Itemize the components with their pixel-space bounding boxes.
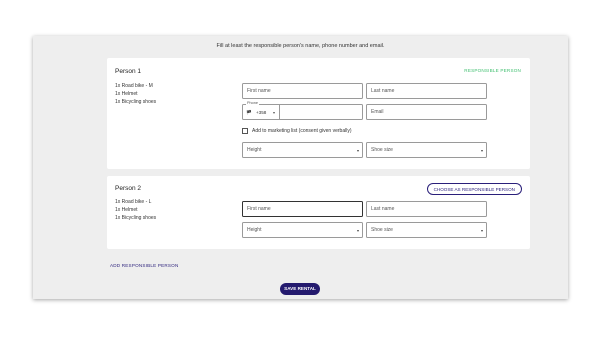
save-rental-button[interactable]: SAVE RENTAL [280, 283, 320, 295]
rental-item: 1x Road bike - L [115, 199, 152, 205]
person-title: Person 2 [115, 185, 142, 192]
rental-item: 1x Bicycling shoes [115, 98, 157, 105]
rental-form-panel: Fill at least the responsible person's n… [33, 36, 568, 299]
rental-items-list: 1x Road bike - L 1x Helmet 1x Bicycling … [115, 199, 156, 222]
first-name-field[interactable]: First name [242, 83, 363, 99]
form-instructions: Fill at least the responsible person's n… [216, 43, 385, 49]
caret-down-icon: ▾ [356, 148, 359, 153]
add-responsible-person-link[interactable]: ADD RESPONSIBLE PERSON [110, 263, 178, 268]
shoe-size-select[interactable]: Shoe size ▾ [366, 222, 487, 238]
person-card-2: Person 2 CHOOSE AS RESPONSIBLE PERSON 1x… [107, 176, 530, 249]
flag-icon[interactable]: 🏴 [246, 110, 252, 116]
caret-down-icon: ▾ [480, 228, 483, 233]
rental-item: 1x Road bike - M [115, 83, 153, 89]
shoe-size-select[interactable]: Shoe size ▾ [366, 142, 487, 158]
shoe-size-select-value: Shoe size [371, 227, 393, 233]
caret-down-icon[interactable]: ▾ [273, 110, 275, 115]
person-title: Person 1 [115, 68, 142, 75]
screenshot-stage: Fill at least the responsible person's n… [0, 0, 600, 338]
phone-country-code[interactable]: +358 [256, 110, 266, 115]
rental-item: 1x Helmet [115, 90, 138, 97]
caret-down-icon: ▾ [480, 148, 483, 153]
phone-label: Phone [246, 101, 259, 105]
rental-items-list: 1x Road bike - M 1x Helmet 1x Bicycling … [115, 83, 156, 106]
rental-item: 1x Bicycling shoes [115, 214, 157, 221]
caret-down-icon: ▾ [356, 228, 359, 233]
choose-responsible-person-button[interactable]: CHOOSE AS RESPONSIBLE PERSON [426, 183, 522, 195]
marketing-checkbox[interactable] [242, 128, 248, 134]
height-select[interactable]: Height ▾ [242, 142, 363, 158]
height-select[interactable]: Height ▾ [242, 222, 363, 238]
responsible-person-badge: RESPONSIBLE PERSON [464, 68, 521, 73]
height-select-value: Height [247, 227, 262, 233]
person-card-1: Person 1 RESPONSIBLE PERSON 1x Road bike… [107, 58, 530, 169]
marketing-checkbox-label[interactable]: Add to marketing list (consent given ver… [252, 128, 352, 134]
shoe-size-select-value: Shoe size [371, 147, 393, 153]
last-name-field[interactable]: Last name [366, 83, 487, 99]
height-select-value: Height [247, 147, 262, 153]
email-field[interactable]: Email [366, 104, 487, 120]
phone-divider [279, 105, 280, 119]
phone-field[interactable]: Phone 🏴 +358 ▾ [242, 101, 363, 120]
rental-item: 1x Helmet [115, 206, 138, 213]
last-name-field[interactable]: Last name [366, 201, 487, 217]
first-name-field[interactable]: First name [242, 201, 363, 217]
